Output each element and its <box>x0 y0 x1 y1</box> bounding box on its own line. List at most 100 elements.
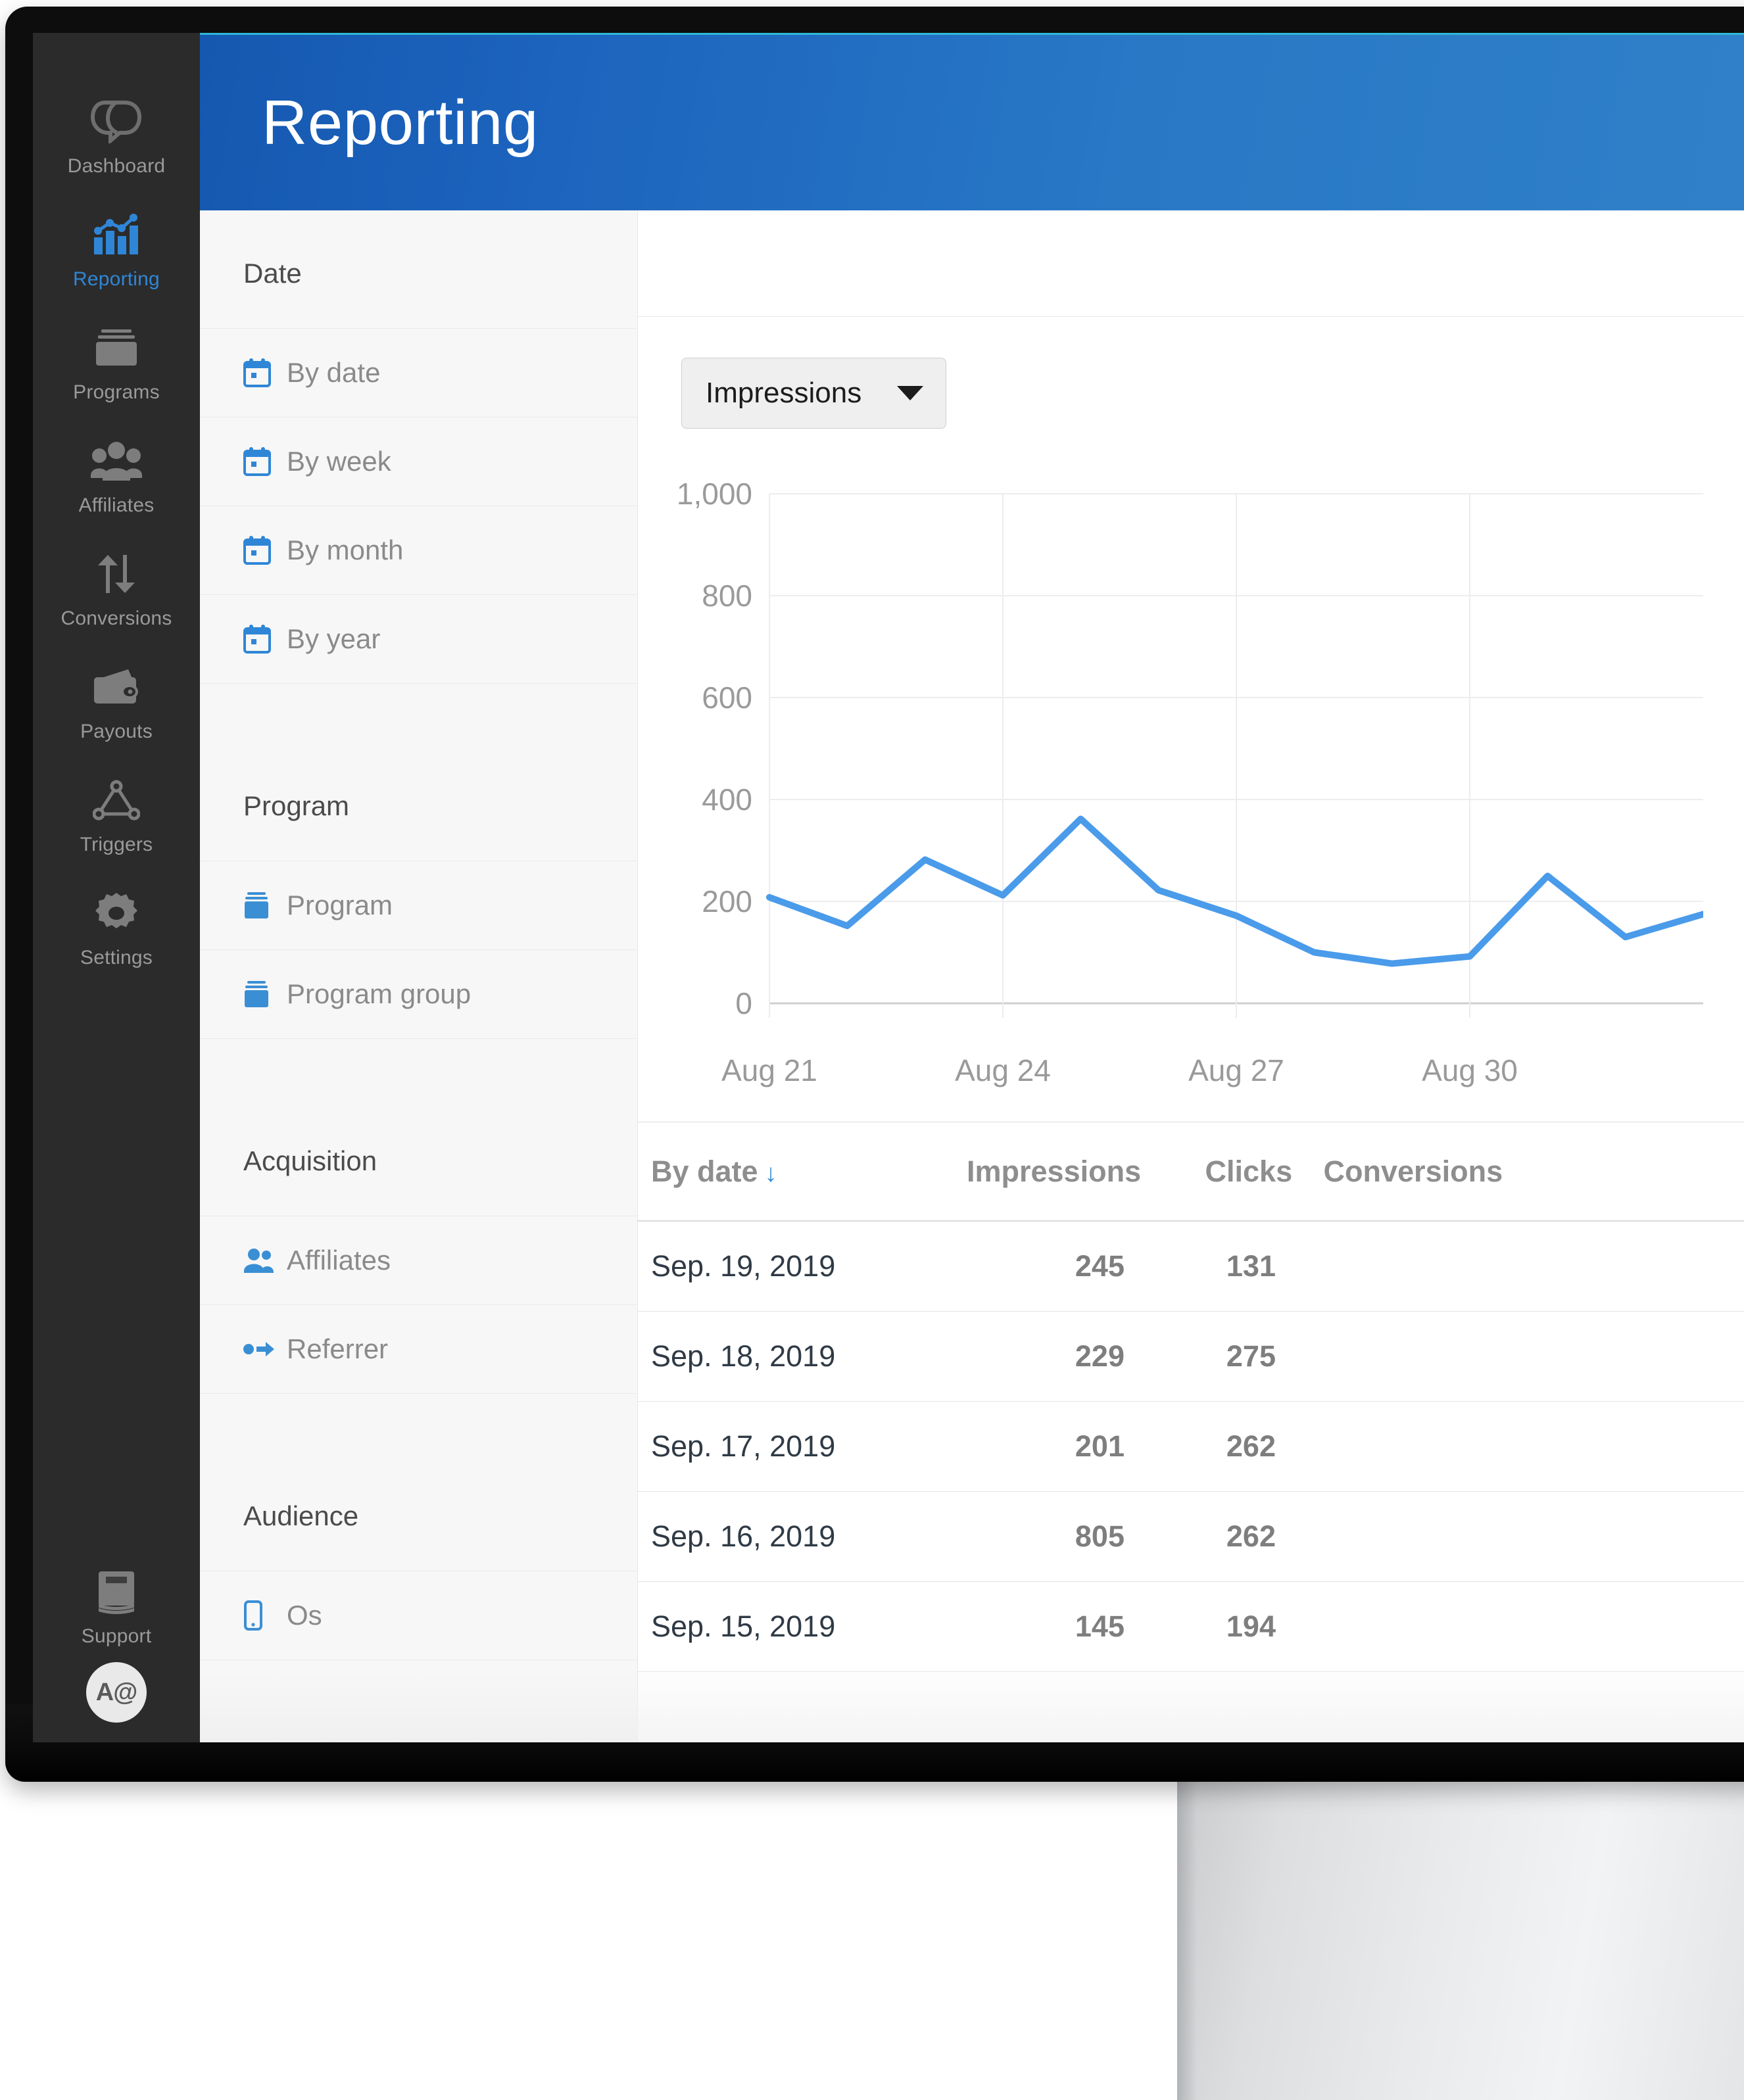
subnav-gap <box>200 1394 637 1453</box>
cell-date: Sep. 16, 2019 <box>651 1519 836 1553</box>
column-header-conversions[interactable]: Conversions <box>1292 1155 1503 1189</box>
table-row[interactable]: Sep. 15, 2019 145 194 <box>638 1582 1744 1672</box>
sidebar-item-programs[interactable]: Programs <box>33 305 200 418</box>
table-row[interactable]: Sep. 17, 2019 201 262 <box>638 1402 1744 1492</box>
sidebar-item-label: Dashboard <box>67 155 166 177</box>
desk-surface <box>1177 1782 1744 2100</box>
chart-y-tick-label: 400 <box>702 782 752 817</box>
screenshot-scene: Dashboard Reporting Programs Affiliates … <box>0 0 1744 2100</box>
sidebar-item-support[interactable]: Support <box>33 1549 200 1662</box>
subnav-item-by-date[interactable]: By date <box>200 328 637 418</box>
subnav-group-title-acquisition: Acquisition <box>243 1145 377 1176</box>
chart-x-tick-label: Aug 24 <box>955 1053 1051 1087</box>
subnav-item-label: Referrer <box>287 1333 389 1364</box>
gear-icon <box>94 888 139 939</box>
body-area: Date By date By week By month By year Pr… <box>200 210 1744 1742</box>
cell-impressions: 145 <box>1075 1610 1125 1643</box>
chart-y-tick-label: 600 <box>702 680 752 715</box>
subnav-item-referrer[interactable]: Referrer <box>200 1304 637 1394</box>
table-row[interactable]: Sep. 19, 2019 245 131 <box>638 1222 1744 1312</box>
cell-date: Sep. 17, 2019 <box>651 1429 836 1463</box>
sidebar-item-affiliates[interactable]: Affiliates <box>33 418 200 531</box>
cell-impressions: 245 <box>1075 1249 1125 1283</box>
subnav-item-label: Affiliates <box>287 1245 391 1276</box>
folder-icon <box>92 322 141 373</box>
sidebar-item-triggers[interactable]: Triggers <box>33 757 200 871</box>
avatar-initials: A@ <box>95 1678 137 1706</box>
chart-y-tick-label: 1,000 <box>677 477 752 511</box>
archive-box-icon <box>243 891 279 920</box>
chart-svg: 0 200 400 600 800 1,000 Aug 21 Aug 24 Aug 27 Aug … <box>677 477 1703 1087</box>
chart-x-tick-label: Aug 30 <box>1422 1053 1518 1087</box>
metric-select[interactable]: Impressions <box>681 358 947 429</box>
cell-impressions: 229 <box>1075 1339 1125 1373</box>
column-header-label: By date <box>651 1154 758 1188</box>
subnav-item-label: By date <box>287 357 381 388</box>
sort-arrow-icon: ↓ <box>764 1159 777 1187</box>
chart-y-tick-label: 800 <box>702 579 752 613</box>
subnav-item-label: Program <box>287 890 393 920</box>
subnav-item-label: Os <box>287 1600 322 1631</box>
sidebar-item-payouts[interactable]: Payouts <box>33 644 200 757</box>
sidebar-item-label: Settings <box>80 947 153 968</box>
subnav-item-label: By month <box>287 535 404 565</box>
cell-date: Sep. 19, 2019 <box>651 1249 836 1283</box>
subnav-item-program[interactable]: Program <box>200 861 637 950</box>
sidebar-item-reporting[interactable]: Reporting <box>33 192 200 305</box>
calendar-icon <box>243 625 279 654</box>
column-header-impressions[interactable]: Impressions <box>967 1155 1141 1189</box>
sidebar-item-settings[interactable]: Settings <box>33 871 200 984</box>
table-row[interactable]: Sep. 18, 2019 229 275 <box>638 1312 1744 1402</box>
people-group-icon <box>91 435 142 487</box>
cell-date: Sep. 18, 2019 <box>651 1339 836 1373</box>
arrows-up-down-icon <box>94 548 139 600</box>
calendar-icon <box>243 358 279 387</box>
subnav-group-title-program: Program <box>243 790 350 821</box>
sidebar-item-label: Support <box>81 1625 152 1647</box>
table-body: Sep. 19, 2019 245 131 Sep. 18, 2019 229 275 Se… <box>638 1222 1744 1672</box>
calendar-icon <box>243 536 279 565</box>
subnav-item-by-week[interactable]: By week <box>200 417 637 506</box>
cell-clicks: 262 <box>1226 1429 1276 1463</box>
content-top-strip <box>638 210 1744 317</box>
cell-impressions: 201 <box>1075 1429 1125 1463</box>
impressions-line-chart: 0 200 400 600 800 1,000 Aug 21 Aug 24 Aug 27 Aug … <box>638 464 1744 1122</box>
book-icon <box>95 1566 138 1617</box>
sidebar-item-label: Reporting <box>73 268 160 290</box>
mobile-phone-icon <box>243 1600 279 1631</box>
sidebar-item-label: Payouts <box>80 721 153 742</box>
sidebar-item-dashboard[interactable]: Dashboard <box>33 79 200 192</box>
cell-clicks: 262 <box>1226 1519 1276 1553</box>
cell-clicks: 131 <box>1226 1249 1276 1283</box>
cell-clicks: 275 <box>1226 1339 1276 1373</box>
column-header-by-date[interactable]: By date ↓ <box>638 1155 967 1189</box>
avatar[interactable]: A@ <box>86 1662 147 1723</box>
users-icon <box>243 1247 279 1274</box>
cell-date: Sep. 15, 2019 <box>651 1610 836 1643</box>
subnav-item-affiliates[interactable]: Affiliates <box>200 1216 637 1305</box>
content-bottom-fade <box>638 1663 1744 1742</box>
subnav-item-os[interactable]: Os <box>200 1571 637 1660</box>
subnav-item-by-month[interactable]: By month <box>200 506 637 595</box>
chart-y-tick-label: 0 <box>735 986 752 1020</box>
cell-clicks: 194 <box>1226 1610 1276 1643</box>
content-pane: Impressions 0 200 400 600 800 1,000 Aug 21 Aug … <box>638 210 1744 1742</box>
subnav-item-by-year[interactable]: By year <box>200 594 637 684</box>
subnav-item-label: By year <box>287 623 381 654</box>
primary-sidebar: Dashboard Reporting Programs Affiliates … <box>33 33 200 1742</box>
subnav-item-program-group[interactable]: Program group <box>200 949 637 1039</box>
secondary-sidebar: Date By date By week By month By year Pr… <box>200 210 638 1742</box>
chart-x-tick-label: Aug 21 <box>721 1053 817 1087</box>
archive-box-icon <box>243 980 279 1009</box>
metric-select-value: Impressions <box>706 377 862 409</box>
sidebar-item-conversions[interactable]: Conversions <box>33 531 200 644</box>
sidebar-item-label: Triggers <box>80 834 153 855</box>
table-row[interactable]: Sep. 16, 2019 805 262 <box>638 1492 1744 1582</box>
cell-impressions: 805 <box>1075 1519 1125 1553</box>
column-header-clicks[interactable]: Clicks <box>1141 1155 1293 1189</box>
app-screen: Dashboard Reporting Programs Affiliates … <box>33 33 1744 1742</box>
metric-select-wrap: Impressions <box>638 317 1744 429</box>
dot-arrow-icon <box>243 1340 279 1358</box>
subnav-gap <box>200 1039 637 1098</box>
chart-y-tick-label: 200 <box>702 884 752 919</box>
